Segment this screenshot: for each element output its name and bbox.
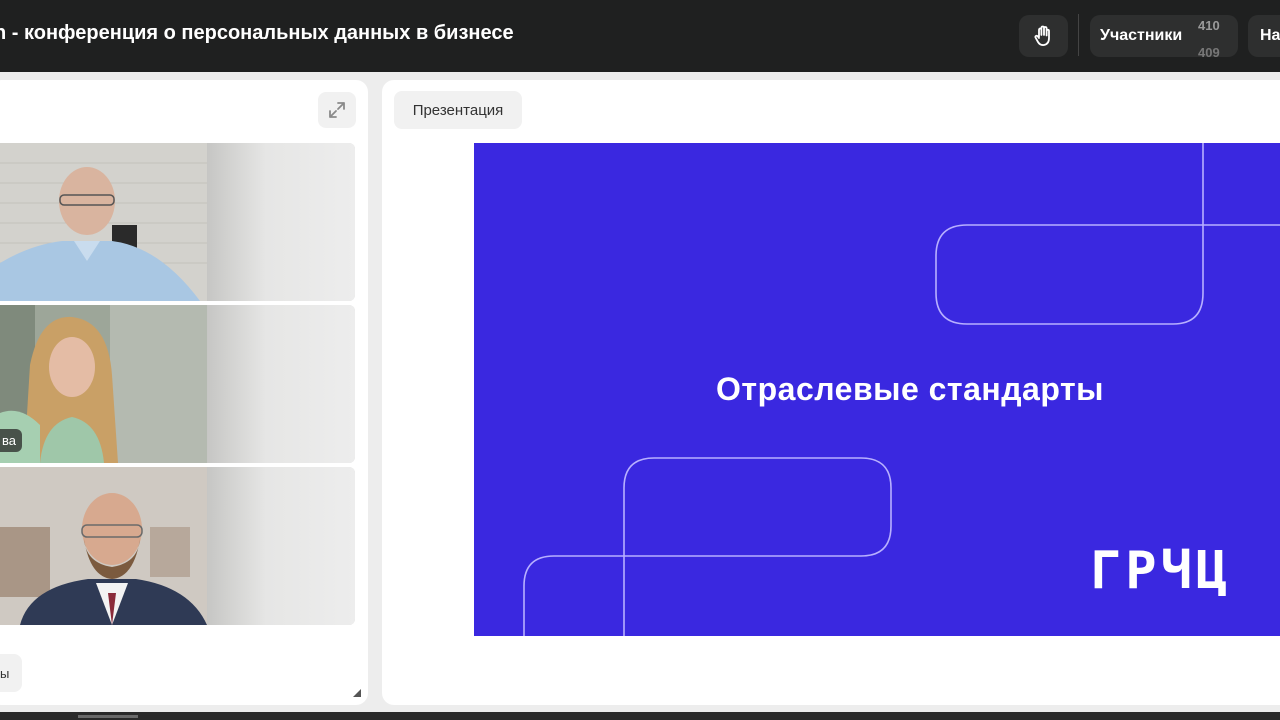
participant-video [0,305,207,463]
video-blur-area [207,467,355,625]
video-tile[interactable] [0,143,355,301]
video-tile[interactable]: ва [0,305,355,463]
participants-count: 410 [1198,18,1220,33]
presentation-slide: Отраслевые стандарты ГРЧЦ [474,143,1280,636]
participant-name-badge: ва [0,429,22,452]
video-blur-area [207,305,355,463]
toolbar-divider [1078,14,1079,56]
raise-hand-button[interactable] [1019,15,1068,57]
participant-video [0,467,207,625]
video-tile[interactable] [0,467,355,625]
raise-hand-icon [1033,25,1050,46]
top-bar: n - конференция о персональных данных в … [0,0,1280,72]
tab-presentation[interactable]: Презентация [394,91,522,129]
bottom-scroll-strip [0,712,1280,720]
participant-video [0,143,207,301]
video-blur-area [207,143,355,301]
expand-button[interactable] [318,92,356,128]
conference-title: n - конференция о персональных данных в … [0,22,514,44]
slide-logo: ГРЧЦ [1090,541,1232,601]
scroll-indicator[interactable] [78,715,138,718]
panel-bottom-button[interactable]: ы [0,654,22,692]
settings-button[interactable]: На [1248,15,1280,57]
slide-title: Отраслевые стандарты [716,371,1104,407]
participants-count-next: 409 [1198,45,1220,57]
resize-handle-icon[interactable] [352,688,362,698]
expand-icon [329,102,345,118]
settings-label: На [1260,27,1280,44]
participants-button[interactable]: Участники 410 409 [1090,15,1238,57]
participants-label: Участники [1100,27,1183,44]
panel-bottom-label: ы [0,666,10,681]
